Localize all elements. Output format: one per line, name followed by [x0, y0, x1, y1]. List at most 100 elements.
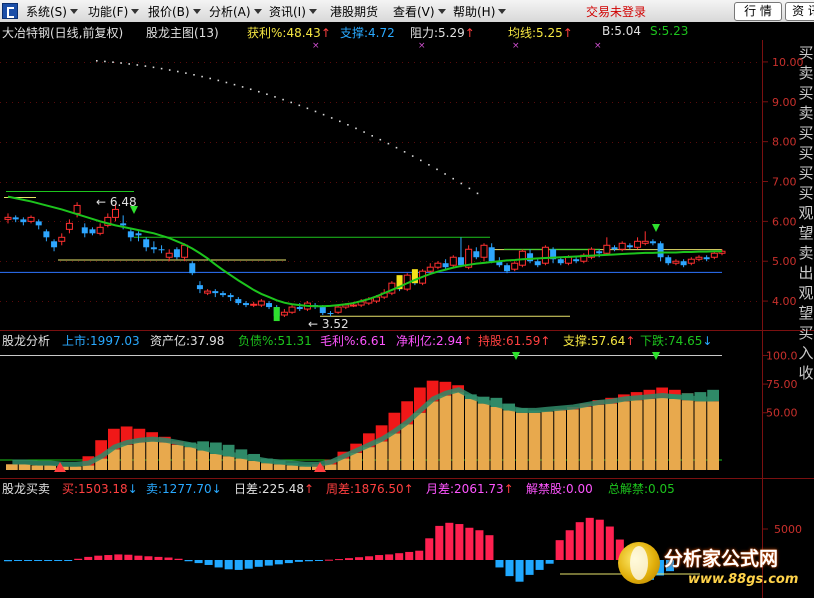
price-gridline-dot: [432, 62, 433, 63]
menu-system[interactable]: 系统(S): [26, 3, 78, 20]
candle-body: [449, 256, 457, 266]
trade-bar: [164, 557, 173, 560]
candle-body: [189, 263, 196, 274]
price-gridline-dot: [732, 102, 733, 103]
marker-x: ×: [418, 41, 426, 51]
price-gridline-dot: [114, 301, 115, 302]
holding-bar: [656, 397, 668, 470]
stock-chart[interactable]: 买卖买卖买买买买观望卖出观望买入收10.009.008.007.006.005.…: [0, 22, 814, 598]
price-gridline-dot: [342, 301, 343, 302]
price-gridline-dot: [744, 221, 745, 222]
price-gridline-dot: [666, 221, 667, 222]
menu-news[interactable]: 资讯(I): [269, 3, 317, 20]
price-gridline-dot: [330, 102, 331, 103]
price-gridline-dot: [354, 62, 355, 63]
price-gridline-dot: [306, 142, 307, 143]
price-gridline-dot: [216, 182, 217, 183]
price-gridline-dot: [174, 301, 175, 302]
price-gridline-dot: [666, 102, 667, 103]
price-gridline-dot: [546, 142, 547, 143]
holding-bar: [184, 447, 197, 470]
price-gridline-dot: [114, 182, 115, 183]
price-gridline-dot: [120, 142, 121, 143]
price-gridline-dot: [600, 301, 601, 302]
month-diff-readout: 月差:2061.73↑: [426, 482, 514, 496]
price-gridline-dot: [126, 182, 127, 183]
price-gridline-dot: [756, 62, 757, 63]
price-gridline-dot: [660, 62, 661, 63]
holding-readout: 持股:61.59↑: [478, 334, 551, 348]
price-gridline-dot: [666, 182, 667, 183]
price-gridline-dot: [342, 102, 343, 103]
price-gridline-dot: [234, 261, 235, 262]
price-gridline-dot: [462, 102, 463, 103]
price-gridline-dot: [66, 261, 67, 262]
chevron-down-icon: [131, 9, 140, 14]
resistance-readout: 阻力:5.29↑: [410, 26, 475, 40]
price-gridline-dot: [642, 182, 643, 183]
price-gridline-dot: [636, 182, 637, 183]
price-gridline-dot: [696, 221, 697, 222]
price-gridline-dot: [294, 261, 295, 262]
price-gridline-dot: [348, 301, 349, 302]
price-gridline-dot: [48, 301, 49, 302]
price-gridline-dot: [708, 182, 709, 183]
price-gridline-dot: [270, 221, 271, 222]
price-gridline-dot: [120, 182, 121, 183]
price-gridline-dot: [606, 221, 607, 222]
price-gridline-dot: [276, 261, 277, 262]
menu-analysis[interactable]: 分析(A): [209, 3, 262, 20]
price-gridline-dot: [390, 261, 391, 262]
candle-body: [73, 204, 81, 214]
price-gridline-dot: [612, 261, 613, 262]
holding-bar: [44, 465, 56, 470]
price-gridline-dot: [168, 221, 169, 222]
decay-dot: [128, 63, 130, 65]
price-gridline-dot: [642, 301, 643, 302]
price-gridline-dot: [504, 221, 505, 222]
menu-quote[interactable]: 报价(B): [148, 3, 201, 20]
candle-body: [296, 307, 303, 310]
price-gridline-dot: [732, 221, 733, 222]
price-gridline-dot: [480, 301, 481, 302]
trade-bar: [294, 560, 303, 562]
trade-bar: [324, 559, 333, 561]
info-button[interactable]: 资 讯: [785, 2, 814, 21]
price-gridline-dot: [0, 221, 1, 222]
price-gridline-dot: [318, 62, 319, 63]
price-gridline-dot: [636, 62, 637, 63]
price-gridline-dot: [18, 221, 19, 222]
candle-body: [457, 257, 464, 266]
price-gridline-dot: [78, 182, 79, 183]
decay-dot: [314, 110, 317, 113]
candle-body: [96, 226, 104, 234]
price-gridline-dot: [546, 182, 547, 183]
quotes-button[interactable]: 行 情: [734, 2, 782, 21]
price-gridline-dot: [534, 102, 535, 103]
price-gridline-dot: [414, 102, 415, 103]
price-gridline-dot: [384, 62, 385, 63]
price-gridline-dot: [420, 182, 421, 183]
menu-function[interactable]: 功能(F): [88, 3, 140, 20]
menu-view[interactable]: 查看(V): [393, 3, 446, 20]
holding-bar: [286, 465, 299, 470]
price-gridline-dot: [600, 182, 601, 183]
price-gridline-dot: [36, 142, 37, 143]
decay-dot: [428, 164, 430, 166]
candle-body: [703, 257, 710, 260]
trade-bar: [425, 538, 434, 560]
price-gridline-dot: [156, 62, 157, 63]
price-gridline-dot: [306, 182, 307, 183]
trade-login-status[interactable]: 交易未登录: [586, 3, 646, 20]
menu-help[interactable]: 帮助(H): [453, 3, 507, 20]
price-gridline-dot: [588, 221, 589, 222]
price-gridline-dot: [78, 221, 79, 222]
trade-bar: [4, 560, 13, 562]
price-gridline-dot: [144, 261, 145, 262]
candle-body: [603, 244, 611, 254]
price-gridline-dot: [6, 62, 7, 63]
price-gridline-dot: [462, 182, 463, 183]
menu-hk-futures[interactable]: 港股期货: [330, 3, 378, 20]
price-gridline-dot: [582, 62, 583, 63]
price-gridline-dot: [678, 221, 679, 222]
